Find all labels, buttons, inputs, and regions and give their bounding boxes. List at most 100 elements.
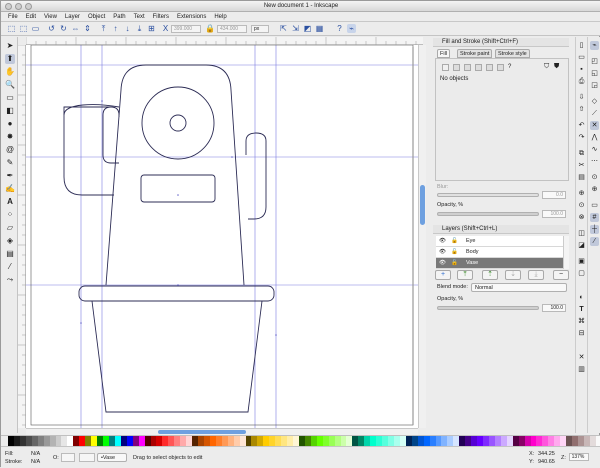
layer-row-body[interactable]: 👁 🔓 Body: [436, 247, 563, 258]
snap-bbox-icon[interactable]: ◰: [590, 57, 599, 66]
lower-layer-button[interactable]: ⇣: [505, 270, 521, 280]
lock-icon[interactable]: 🔓: [451, 258, 458, 269]
menu-view[interactable]: View: [40, 12, 61, 21]
pen-tool-icon[interactable]: ✒: [5, 171, 15, 181]
duplicate-icon[interactable]: ◫: [577, 229, 586, 238]
copy-icon[interactable]: ⧉: [577, 149, 586, 158]
move-gradients-icon[interactable]: ◩: [303, 24, 312, 33]
menu-path[interactable]: Path: [109, 12, 129, 21]
left-arm[interactable]: [102, 106, 120, 164]
menu-edit[interactable]: Edit: [22, 12, 40, 21]
vase-rim[interactable]: [78, 285, 275, 302]
menu-extensions[interactable]: Extensions: [173, 12, 210, 21]
move-patterns-icon[interactable]: ▦: [315, 24, 324, 33]
vertical-scroll-thumb[interactable]: [420, 185, 425, 225]
zoom-window-button[interactable]: [25, 3, 32, 10]
status-opacity-field[interactable]: [61, 453, 75, 462]
raise-layer-button[interactable]: ⇡: [482, 270, 498, 280]
star-tool-icon[interactable]: ✸: [5, 132, 15, 142]
flip-horizontal-icon[interactable]: ⇔: [71, 24, 80, 33]
left-arm-outer[interactable]: [63, 104, 120, 196]
drawing-canvas[interactable]: [26, 45, 418, 428]
export-icon[interactable]: ⇧: [577, 105, 586, 114]
robot-drawing[interactable]: [63, 64, 275, 413]
select-all-icon[interactable]: ⬚: [7, 24, 16, 33]
tab-fill[interactable]: Fill: [437, 49, 451, 58]
menu-layer[interactable]: Layer: [61, 12, 84, 21]
opacity-slider[interactable]: [437, 212, 539, 216]
spray-tool-icon[interactable]: ⁘: [5, 210, 15, 220]
blend-mode-select[interactable]: Normal: [471, 283, 567, 292]
unset-paint-icon[interactable]: ?: [508, 64, 511, 71]
lower-to-bottom-icon[interactable]: ⤓: [135, 24, 144, 33]
vase-body[interactable]: [91, 300, 263, 413]
visibility-icon[interactable]: 👁: [439, 247, 446, 258]
minimize-window-button[interactable]: [15, 3, 22, 10]
layer-name[interactable]: Eye: [466, 236, 475, 247]
align-icon[interactable]: ⊞: [147, 24, 156, 33]
stroke-indicator-value[interactable]: N/A: [31, 459, 40, 465]
rect-tool-icon[interactable]: ▭: [5, 93, 15, 103]
lock-icon[interactable]: 🔒: [205, 24, 215, 33]
swatch-icon[interactable]: [497, 64, 504, 71]
snap-rotation-center-icon[interactable]: ⊕: [590, 185, 599, 194]
snap-intersections-icon[interactable]: ✕: [590, 121, 599, 130]
vertical-ruler[interactable]: [18, 44, 26, 428]
menu-file[interactable]: File: [4, 12, 22, 21]
snap-grid-icon[interactable]: #: [590, 213, 599, 222]
text-tool-icon[interactable]: A: [5, 197, 15, 207]
menu-object[interactable]: Object: [84, 12, 109, 21]
text-font-dialog-icon[interactable]: T: [577, 305, 586, 314]
scale-corners-icon[interactable]: ⇲: [291, 24, 300, 33]
remove-layer-button[interactable]: −: [553, 270, 569, 280]
undo-icon[interactable]: ↶: [577, 121, 586, 130]
lock-icon[interactable]: 🔓: [451, 247, 458, 258]
right-arm[interactable]: [245, 132, 267, 220]
layer-visibility-toggle[interactable]: [79, 453, 95, 462]
spiral-tool-icon[interactable]: @: [5, 145, 15, 155]
layer-row-eye[interactable]: 👁 🔓 Eye: [436, 236, 563, 247]
zoom-field[interactable]: 137%: [569, 453, 589, 461]
save-icon[interactable]: ▪: [577, 65, 586, 74]
blur-value[interactable]: 0.0: [542, 191, 566, 199]
linear-gradient-icon[interactable]: [464, 64, 471, 71]
fill-indicator-value[interactable]: N/A: [31, 451, 40, 457]
radial-gradient-icon[interactable]: [475, 64, 482, 71]
zoom-selection-icon[interactable]: ⊕: [577, 189, 586, 198]
current-layer-select[interactable]: •Vase: [97, 453, 127, 462]
layer-opacity-value[interactable]: 100.0: [542, 304, 566, 312]
snap-centers-icon[interactable]: ⊙: [590, 173, 599, 182]
xml-editor-icon[interactable]: ⌘: [577, 317, 586, 326]
palette-swatch[interactable]: [595, 436, 600, 446]
connector-tool-icon[interactable]: ⤳: [5, 275, 15, 285]
add-layer-button[interactable]: +: [435, 270, 451, 280]
3dbox-tool-icon[interactable]: ◧: [5, 106, 15, 116]
document-properties-icon[interactable]: ▥: [577, 365, 586, 374]
x-field[interactable]: 399.000: [171, 25, 201, 33]
print-icon[interactable]: ⎙: [577, 77, 586, 86]
horizontal-scrollbar[interactable]: [26, 428, 418, 435]
fill-stroke-panel-title[interactable]: Fill and Stroke (Shift+Ctrl+F): [433, 38, 569, 47]
close-window-button[interactable]: [5, 3, 12, 10]
menu-filters[interactable]: Filters: [149, 12, 173, 21]
visibility-icon[interactable]: 👁: [439, 236, 446, 247]
layer-name[interactable]: Body: [466, 247, 479, 258]
paste-icon[interactable]: ▤: [577, 173, 586, 182]
tweak-tool-icon[interactable]: ✋: [5, 67, 15, 77]
help-toggle-icon[interactable]: ?: [335, 24, 344, 33]
eye-inner[interactable]: [169, 114, 187, 132]
horizontal-ruler[interactable]: [25, 37, 423, 45]
import-icon[interactable]: ⇩: [577, 93, 586, 102]
snap-nodes-icon[interactable]: ◇: [590, 97, 599, 106]
mouth-rect[interactable]: [140, 174, 216, 203]
menu-text[interactable]: Text: [130, 12, 149, 21]
opacity-value[interactable]: 100.0: [542, 210, 566, 218]
snap-paths-icon[interactable]: ⟋: [590, 109, 599, 118]
tab-stroke-style[interactable]: Stroke style: [495, 49, 530, 58]
blur-slider[interactable]: [437, 193, 539, 197]
vertical-scrollbar[interactable]: [418, 45, 426, 428]
preferences-icon[interactable]: ✕: [577, 353, 586, 362]
align-distribute-icon[interactable]: ⊟: [577, 329, 586, 338]
cut-icon[interactable]: ✂: [577, 161, 586, 170]
flat-color-icon[interactable]: [453, 64, 460, 71]
